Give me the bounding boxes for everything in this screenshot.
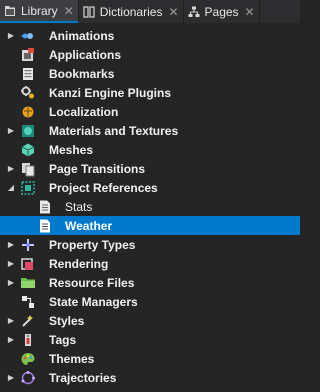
styles-icon	[20, 313, 36, 329]
tab-label: Dictionaries	[99, 4, 163, 19]
chevron-right-icon[interactable]: ▶	[7, 278, 15, 288]
chevron-right-icon[interactable]: ▶	[7, 126, 15, 136]
applications-icon	[20, 47, 36, 63]
tree-item-label: Project References	[49, 180, 158, 195]
panel-tab-bar: Library ✕ Dictionaries ✕ Pages ✕	[0, 0, 300, 23]
bookmarks-icon	[20, 66, 36, 82]
tree-item-label: Weather	[65, 218, 113, 233]
tab-pages[interactable]: Pages ✕	[184, 0, 260, 23]
tree-item-label: Stats	[65, 199, 93, 214]
tree-item-label: Meshes	[49, 142, 94, 157]
property-types-icon	[20, 237, 36, 253]
plugins-icon	[20, 85, 36, 101]
dictionaries-icon	[83, 5, 95, 18]
tab-library[interactable]: Library ✕	[0, 0, 79, 23]
tree-item-label: Trajectories	[49, 370, 117, 385]
tree-item-label: Animations	[49, 28, 115, 43]
tree-item-animations[interactable]: ▶ Animations	[0, 26, 300, 45]
tab-dictionaries[interactable]: Dictionaries ✕	[79, 0, 184, 23]
tree-item-tags[interactable]: ▶ Tags	[0, 330, 300, 349]
tree-item-property-types[interactable]: ▶ Property Types	[0, 235, 300, 254]
tree-item-label: Rendering	[49, 256, 109, 271]
tree-item-meshes[interactable]: Meshes	[0, 140, 300, 159]
tree-item-state-managers[interactable]: State Managers	[0, 292, 300, 311]
chevron-right-icon[interactable]: ▶	[7, 373, 15, 383]
document-icon	[37, 218, 53, 234]
tree-item-trajectories[interactable]: ▶ Trajectories	[0, 368, 300, 387]
chevron-down-icon[interactable]: ◢	[7, 183, 15, 193]
document-icon	[37, 199, 53, 215]
pages-icon	[188, 6, 200, 18]
chevron-right-icon[interactable]: ▶	[7, 316, 15, 326]
trajectories-icon	[20, 370, 36, 386]
tree-item-label: Applications	[49, 47, 122, 62]
meshes-icon	[20, 142, 36, 158]
tree-item-label: Page Transitions	[49, 161, 146, 176]
tree-item-weather[interactable]: Weather	[0, 216, 300, 235]
tree-item-bookmarks[interactable]: Bookmarks	[0, 64, 300, 83]
tree-item-materials-and-textures[interactable]: ▶ Materials and Textures	[0, 121, 300, 140]
tree-item-resource-files[interactable]: ▶ Resource Files	[0, 273, 300, 292]
chevron-right-icon[interactable]: ▶	[7, 164, 15, 174]
tree-item-label: Kanzi Engine Plugins	[49, 85, 172, 100]
close-icon[interactable]: ✕	[168, 5, 178, 19]
tree-item-project-references[interactable]: ◢ Project References	[0, 178, 300, 197]
project-references-icon	[20, 180, 36, 196]
tree-item-label: Localization	[49, 104, 119, 119]
tree-item-label: Materials and Textures	[49, 123, 179, 138]
themes-icon	[20, 351, 36, 367]
state-managers-icon	[20, 294, 36, 310]
library-tree: ▶ Animations Applications Bookmarks Kanz…	[0, 26, 300, 387]
close-icon[interactable]: ✕	[64, 4, 74, 18]
tags-icon	[20, 332, 36, 348]
chevron-right-icon[interactable]: ▶	[7, 240, 15, 250]
tree-item-label: Styles	[49, 313, 85, 328]
chevron-right-icon[interactable]: ▶	[7, 335, 15, 345]
localization-icon	[20, 104, 36, 120]
tree-item-label: Tags	[49, 332, 77, 347]
tab-label: Library	[21, 3, 58, 18]
tree-item-label: Bookmarks	[49, 66, 115, 81]
tree-item-localization[interactable]: Localization	[0, 102, 300, 121]
chevron-right-icon[interactable]: ▶	[7, 31, 15, 41]
library-icon	[4, 5, 16, 17]
folder-icon	[20, 275, 36, 291]
tree-item-label: Resource Files	[49, 275, 135, 290]
materials-icon	[20, 123, 36, 139]
tree-item-stats[interactable]: Stats	[0, 197, 300, 216]
animations-icon	[20, 28, 36, 44]
tree-item-themes[interactable]: Themes	[0, 349, 300, 368]
tree-item-page-transitions[interactable]: ▶ Page Transitions	[0, 159, 300, 178]
tree-item-rendering[interactable]: ▶ Rendering	[0, 254, 300, 273]
tree-item-applications[interactable]: Applications	[0, 45, 300, 64]
close-icon[interactable]: ✕	[245, 5, 255, 19]
rendering-icon	[20, 256, 36, 272]
tab-label: Pages	[204, 4, 239, 19]
page-transitions-icon	[20, 161, 36, 177]
tree-item-styles[interactable]: ▶ Styles	[0, 311, 300, 330]
tree-item-kanzi-engine-plugins[interactable]: Kanzi Engine Plugins	[0, 83, 300, 102]
tree-item-label: State Managers	[49, 294, 138, 309]
chevron-right-icon[interactable]: ▶	[7, 259, 15, 269]
tree-item-label: Themes	[49, 351, 95, 366]
tree-item-label: Property Types	[49, 237, 136, 252]
